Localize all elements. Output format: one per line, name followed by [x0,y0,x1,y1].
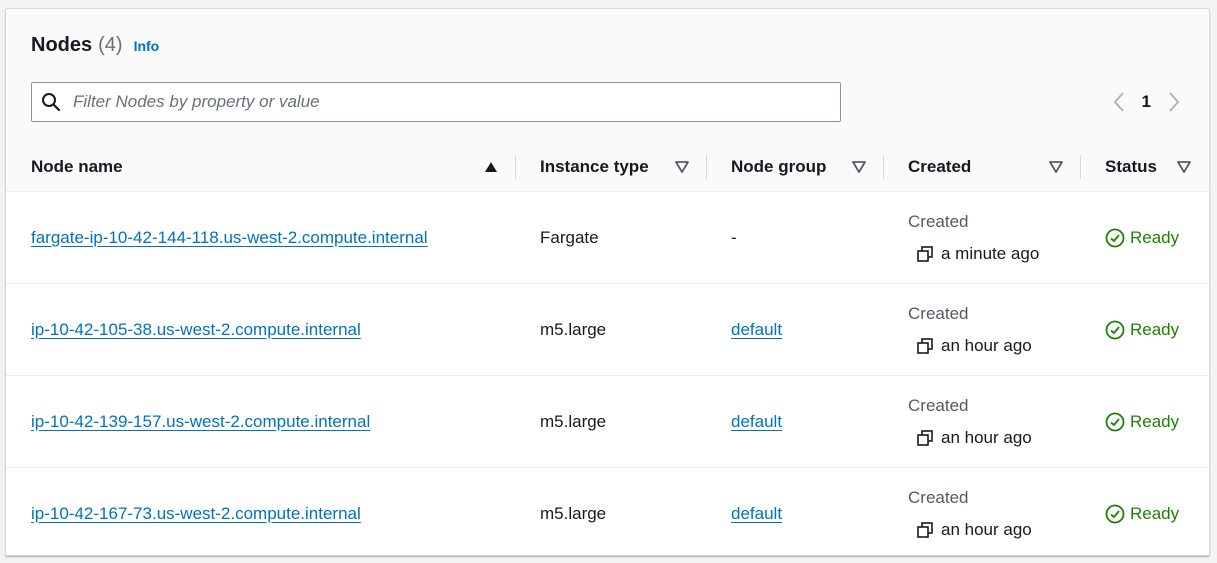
sort-icon[interactable] [852,161,866,173]
table-row: ip-10-42-105-38.us-west-2.compute.intern… [6,283,1209,376]
filter-input[interactable] [71,86,840,118]
created-time-text: an hour ago [941,427,1032,447]
nodes-table: Node name Instance type Node group Creat… [6,143,1209,556]
column-label: Node group [731,157,827,176]
created-label: Created [908,303,969,323]
pagination: 1 [1112,91,1181,113]
table-row: ip-10-42-167-73.us-west-2.compute.intern… [6,468,1209,556]
check-circle-icon [1105,228,1125,247]
created-time: an hour ago [916,428,1081,448]
copy-icon[interactable] [916,245,934,263]
created-time: an hour ago [916,336,1081,356]
check-circle-icon [1105,320,1125,339]
filter-field[interactable] [31,82,841,122]
instance-type: m5.large [540,319,607,339]
created-time: a minute ago [916,244,1081,264]
instance-type: m5.large [540,503,607,523]
copy-icon[interactable] [916,337,934,355]
chevron-left-icon[interactable] [1112,91,1126,113]
title-row: Nodes (4) Info [31,34,159,57]
column-label: Node name [31,157,123,176]
node-name-link[interactable]: ip-10-42-167-73.us-west-2.compute.intern… [31,504,361,523]
node-name-link[interactable]: ip-10-42-105-38.us-west-2.compute.intern… [31,320,361,339]
status-badge: Ready [1105,228,1209,248]
sort-icon[interactable] [1049,161,1063,173]
sort-icon[interactable] [1177,161,1191,173]
column-header-node-group[interactable]: Node group [707,143,884,192]
nodes-panel: Nodes (4) Info 1 No [5,8,1210,556]
check-circle-icon [1105,412,1125,431]
created-label: Created [908,395,969,415]
current-page[interactable]: 1 [1142,92,1151,112]
status-badge: Ready [1105,412,1209,432]
chevron-right-icon[interactable] [1167,91,1181,113]
column-label: Status [1105,157,1157,176]
copy-icon[interactable] [916,429,934,447]
search-icon [42,93,61,112]
status-text: Ready [1130,503,1180,523]
sort-icon[interactable] [675,161,689,173]
created-time-text: an hour ago [941,519,1032,539]
status-badge: Ready [1105,320,1209,340]
created-time-text: an hour ago [941,335,1032,355]
table-header-row: Node name Instance type Node group Creat… [6,143,1209,192]
created-label: Created [908,487,969,507]
created-time-text: a minute ago [941,243,1040,263]
column-header-created[interactable]: Created [884,143,1081,192]
column-header-instance-type[interactable]: Instance type [516,143,707,192]
status-text: Ready [1130,319,1180,339]
status-badge: Ready [1105,504,1209,524]
column-header-node-name[interactable]: Node name [6,143,516,192]
panel-header: Nodes (4) Info 1 [6,9,1209,144]
status-text: Ready [1130,227,1180,247]
column-header-status[interactable]: Status [1081,143,1209,192]
created-label: Created [908,211,969,231]
sort-ascending-icon[interactable] [484,161,498,173]
instance-type: m5.large [540,411,607,431]
page-title: Nodes [31,34,93,56]
table-row: ip-10-42-139-157.us-west-2.compute.inter… [6,375,1209,468]
node-group-link[interactable]: default [731,320,782,339]
column-label: Instance type [540,157,649,176]
node-group-empty: - [731,227,737,247]
copy-icon[interactable] [916,521,934,539]
node-name-link[interactable]: ip-10-42-139-157.us-west-2.compute.inter… [31,412,370,431]
column-label: Created [908,157,972,176]
instance-type: Fargate [540,227,599,247]
info-link[interactable]: Info [134,38,160,54]
check-circle-icon [1105,504,1125,523]
node-group-link[interactable]: default [731,504,782,523]
table-row: fargate-ip-10-42-144-118.us-west-2.compu… [6,191,1209,284]
node-name-link[interactable]: fargate-ip-10-42-144-118.us-west-2.compu… [31,228,428,247]
created-time: an hour ago [916,520,1081,540]
node-group-link[interactable]: default [731,412,782,431]
status-text: Ready [1130,411,1180,431]
nodes-count: (4) [98,34,123,56]
